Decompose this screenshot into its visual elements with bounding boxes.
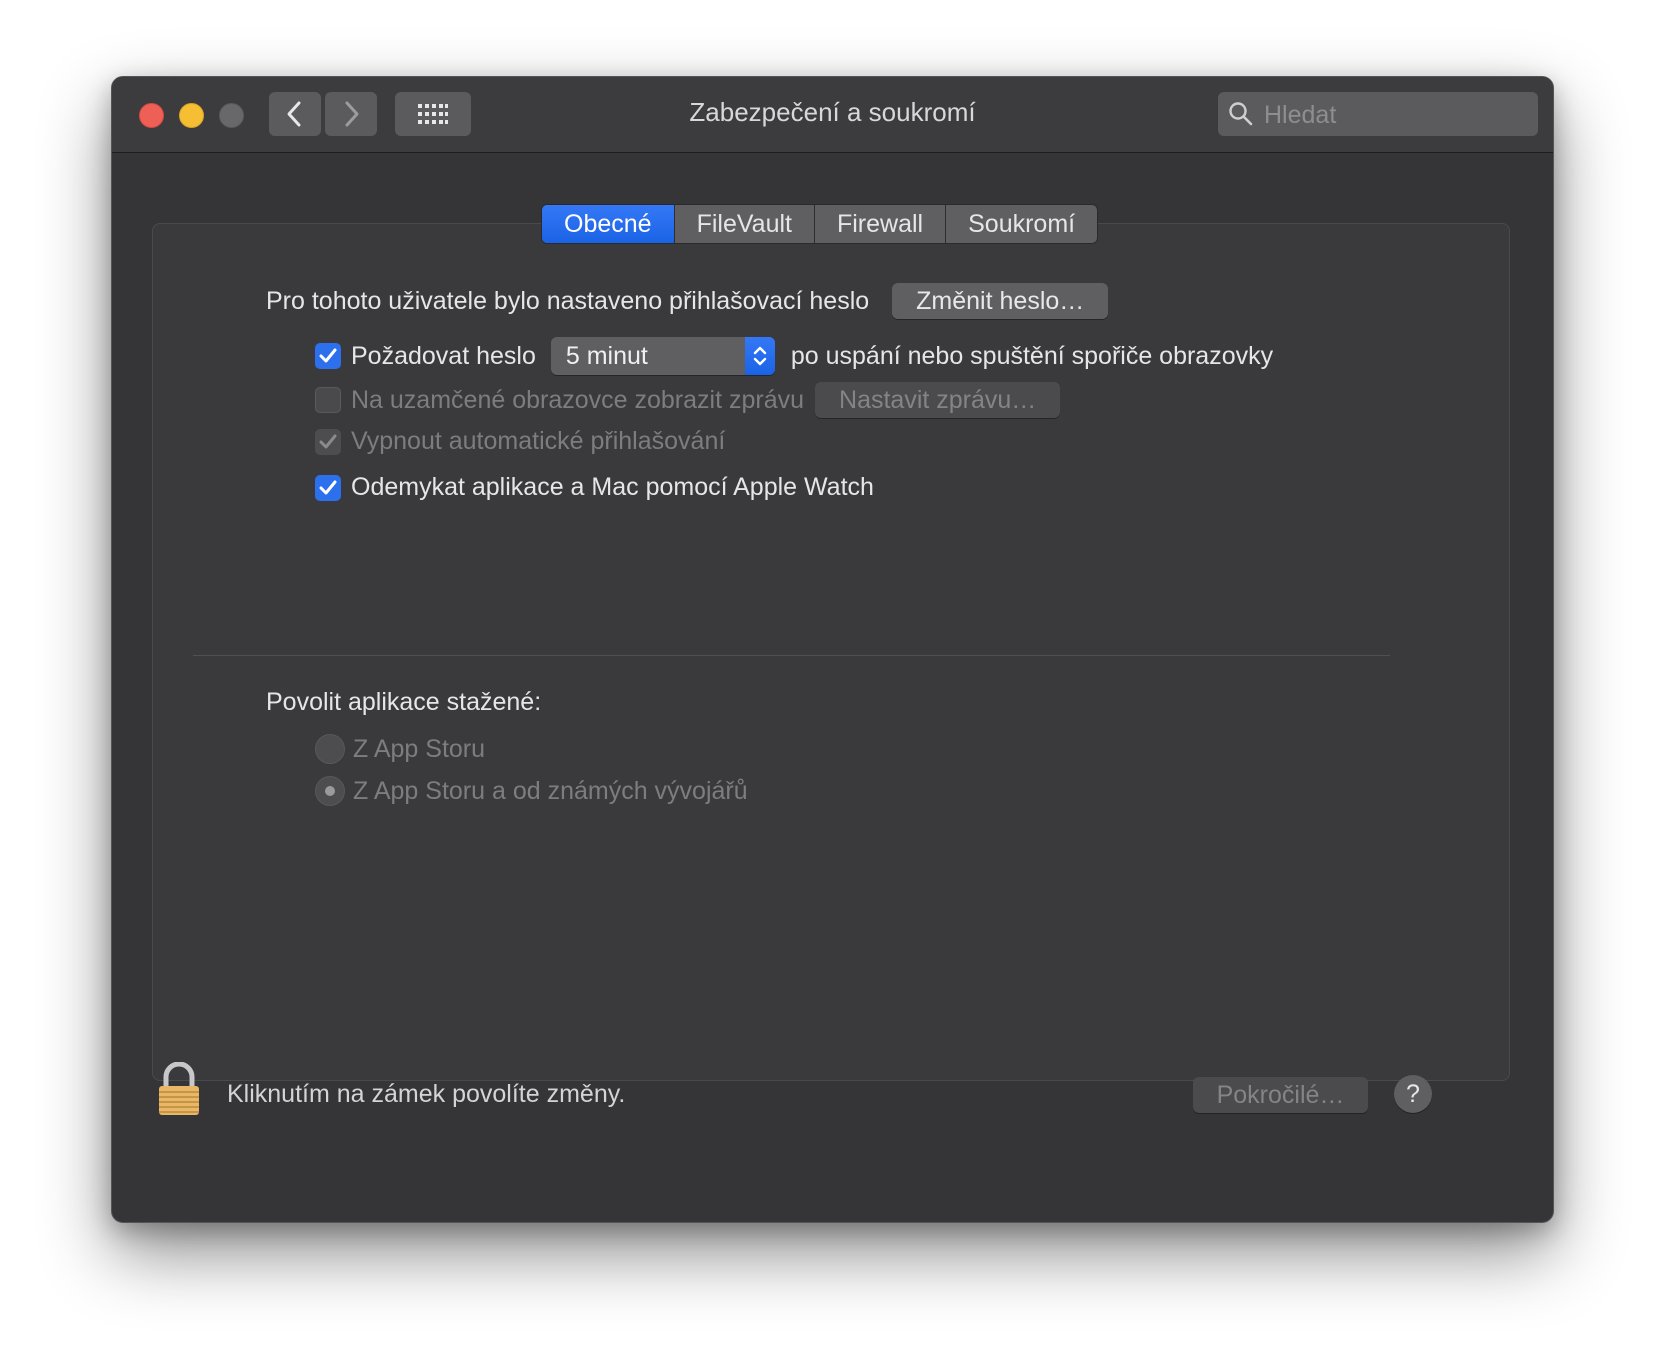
help-button[interactable]: ? bbox=[1394, 1075, 1432, 1113]
tab-bar: Obecné FileVault Firewall Soukromí bbox=[541, 204, 1099, 244]
section-divider bbox=[193, 655, 1390, 656]
grid-icon bbox=[418, 104, 448, 124]
checkmark-icon bbox=[319, 434, 337, 448]
tab-firewall[interactable]: Firewall bbox=[815, 205, 947, 243]
chevron-right-icon bbox=[345, 101, 359, 127]
password-set-text: Pro tohoto uživatele bylo nastaveno přih… bbox=[266, 286, 870, 315]
radio-identified-developers[interactable] bbox=[315, 776, 345, 806]
padlock-icon bbox=[159, 1061, 199, 1115]
zoom-window-button bbox=[219, 103, 244, 128]
lock-hint-text: Kliknutím na zámek povolíte změny. bbox=[227, 1080, 626, 1108]
tab-filevault[interactable]: FileVault bbox=[675, 205, 815, 243]
radio-identified-developers-label: Z App Storu a od známých vývojářů bbox=[353, 776, 748, 805]
radio-selected-dot bbox=[325, 786, 335, 796]
select-stepper bbox=[744, 337, 775, 375]
apple-watch-checkbox[interactable] bbox=[315, 474, 341, 501]
forward-button[interactable] bbox=[325, 92, 377, 136]
apple-watch-row: Odemykat aplikace a Mac pomocí Apple Wat… bbox=[315, 473, 874, 502]
disable-auto-login-label: Vypnout automatické přihlašování bbox=[351, 427, 726, 455]
checkmark-icon bbox=[319, 348, 337, 363]
tab-general[interactable]: Obecné bbox=[542, 205, 675, 243]
set-message-button[interactable]: Nastavit zprávu… bbox=[815, 382, 1061, 418]
radio-identified-developers-row: Z App Storu a od známých vývojářů bbox=[315, 776, 748, 806]
require-password-label: Požadovat heslo bbox=[351, 341, 536, 370]
password-delay-select[interactable]: 5 minut bbox=[550, 337, 775, 375]
password-delay-value: 5 minut bbox=[565, 341, 648, 370]
require-password-suffix: po uspání nebo spuštění spořiče obrazovk… bbox=[790, 341, 1274, 370]
lock-message-checkbox[interactable] bbox=[315, 387, 341, 413]
disable-auto-login-row: Vypnout automatické přihlašování bbox=[315, 427, 725, 456]
search-input[interactable] bbox=[1262, 98, 1526, 132]
lock-message-row: Na uzamčené obrazovce zobrazit zprávu Na… bbox=[315, 382, 1061, 418]
checkmark-icon bbox=[319, 480, 337, 494]
require-password-row: Požadovat heslo 5 minut po uspání nebo s… bbox=[315, 337, 1273, 375]
show-all-button[interactable] bbox=[395, 92, 471, 136]
lock-button[interactable] bbox=[156, 1061, 202, 1123]
minimize-window-button[interactable] bbox=[179, 103, 204, 128]
lock-message-label: Na uzamčené obrazovce zobrazit zprávu bbox=[351, 385, 805, 414]
title-bar: Zabezpečení a soukromí bbox=[112, 77, 1553, 153]
preferences-window: Zabezpečení a soukromí Obecné FileVault … bbox=[111, 76, 1554, 1223]
chevron-left-icon bbox=[287, 101, 301, 127]
radio-app-store[interactable] bbox=[315, 734, 345, 764]
back-button[interactable] bbox=[269, 92, 321, 136]
search-field[interactable] bbox=[1218, 92, 1538, 136]
updown-chevron-icon bbox=[753, 346, 767, 366]
advanced-button[interactable]: Pokročilé… bbox=[1193, 1077, 1368, 1113]
require-password-checkbox[interactable] bbox=[315, 343, 341, 369]
tab-privacy[interactable]: Soukromí bbox=[946, 205, 1097, 243]
apple-watch-label: Odemykat aplikace a Mac pomocí Apple Wat… bbox=[351, 473, 874, 501]
downloads-heading-row: Povolit aplikace stažené: bbox=[266, 688, 541, 717]
search-icon bbox=[1229, 102, 1253, 126]
radio-app-store-row: Z App Storu bbox=[315, 734, 485, 764]
downloads-heading: Povolit aplikace stažené: bbox=[266, 688, 542, 716]
radio-app-store-label: Z App Storu bbox=[353, 734, 486, 763]
close-window-button[interactable] bbox=[139, 103, 164, 128]
change-password-button[interactable]: Změnit heslo… bbox=[892, 283, 1109, 319]
disable-auto-login-checkbox[interactable] bbox=[315, 428, 341, 455]
password-row: Pro tohoto uživatele bylo nastaveno přih… bbox=[266, 283, 1109, 319]
